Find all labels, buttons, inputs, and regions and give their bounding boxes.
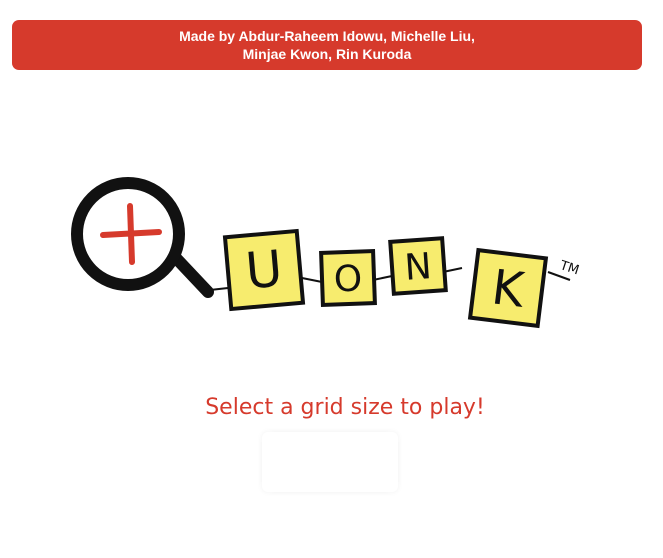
grid-size-selector[interactable] — [262, 432, 398, 492]
credits-banner: Made by Abdur-Raheem Idowu, Michelle Liu… — [12, 20, 642, 70]
credits-line-1: Made by Abdur-Raheem Idowu, Michelle Liu… — [179, 28, 475, 44]
logo-tile-u: U — [222, 228, 306, 312]
grid-size-prompt: Select a grid size to play! — [205, 395, 485, 420]
credits-line-2: Minjae Kwon, Rin Kuroda — [242, 46, 412, 62]
logo-trademark: TM — [557, 258, 581, 278]
logo-tile-n: N — [388, 236, 448, 296]
logo-tile-k: K — [467, 247, 549, 329]
logo-letter-n: N — [403, 246, 433, 289]
logo-letter-u: U — [243, 240, 285, 301]
logo-tile-o: O — [319, 249, 377, 307]
magnifier-q-icon — [71, 177, 214, 298]
logo-letter-o: O — [333, 259, 363, 301]
quonk-logo: U O N K TM — [70, 172, 600, 337]
